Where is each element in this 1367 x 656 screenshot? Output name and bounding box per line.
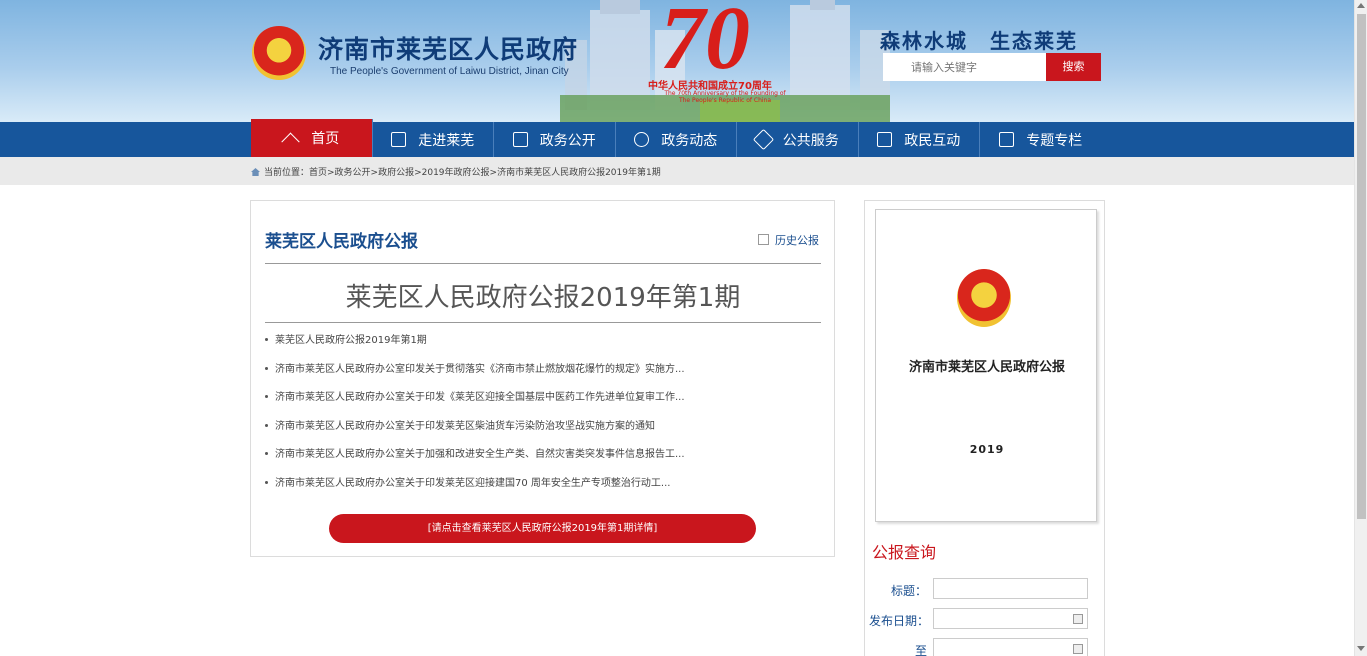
nav-item-government-affairs[interactable]: 政务公开 <box>494 122 616 157</box>
bulletin-cover[interactable]: ★ 济南市莱芜区人民政府公报 2019 <box>875 209 1097 522</box>
handshake-icon <box>752 128 774 151</box>
divider <box>265 322 821 323</box>
bulletin-list: 莱芜区人民政府公报2019年第1期 济南市莱芜区人民政府办公室印发关于贯彻落实《… <box>265 331 821 502</box>
nav-item-interaction[interactable]: 政民互动 <box>859 122 980 157</box>
bullet-icon <box>265 452 268 455</box>
nav-label: 政民互动 <box>904 132 961 149</box>
nav-label: 首页 <box>311 131 340 147</box>
bullet-icon <box>265 480 268 484</box>
title-label: 标题： <box>890 584 927 598</box>
list-item[interactable]: 济南市莱芜区人民政府办公室关于加强和改进安全生产类、自然灾害类突发事件信息报告工… <box>265 445 821 474</box>
site-subtitle: The People's Government of Laiwu Distric… <box>330 66 569 77</box>
breadcrumb-bar: 当前位置：首页>政务公开>政府公报>2019年政府公报>济南市莱芜区人民政府公报… <box>0 157 1354 185</box>
list-item-text: 济南市莱芜区人民政府办公室关于印发莱芜区柴油货车污染防治攻坚战实施方案的通知 <box>275 420 655 432</box>
list-item-text: 莱芜区人民政府公报2019年第1期 <box>275 335 427 346</box>
cover-year: 2019 <box>969 443 1005 456</box>
bullet-icon <box>265 395 268 398</box>
nav-item-news[interactable]: 政务动态 <box>616 122 737 157</box>
date-label: 发布日期： <box>869 614 930 628</box>
issue-title: 莱芜区人民政府公报2019年第1期 <box>345 283 741 313</box>
list-item[interactable]: 济南市莱芜区人民政府办公室关于印发莱芜区柴油货车污染防治攻坚战实施方案的通知 <box>265 417 821 446</box>
nav-item-home[interactable]: 首页 <box>251 119 373 157</box>
history-bulletin-link[interactable]: 历史公报 <box>758 232 819 248</box>
divider <box>265 263 821 264</box>
scroll-thumb[interactable] <box>1357 14 1366 519</box>
slogan: 森林水城 生态莱芜 <box>880 29 1078 53</box>
document-icon <box>512 132 528 147</box>
title-field[interactable] <box>933 578 1088 599</box>
list-item-text: 济南市莱芜区人民政府办公室关于印发《莱芜区迎接全国基层中医药工作先进单位复审工作… <box>275 392 685 403</box>
nav-label: 政务公开 <box>539 132 596 149</box>
nav-label: 专题专栏 <box>1026 132 1083 149</box>
home-icon <box>283 131 299 145</box>
scroll-up-icon[interactable] <box>1357 3 1365 8</box>
bullet-icon <box>265 366 268 370</box>
view-detail-button[interactable]: [请点击查看莱芜区人民政府公报2019年第1期详情] <box>329 514 756 543</box>
start-date-field[interactable] <box>933 608 1088 629</box>
list-item[interactable]: 济南市莱芜区人民政府办公室关于印发莱芜区迎接建国70 周年安全生产专项整治行动工… <box>265 474 821 503</box>
list-item-text: 济南市莱芜区人民政府办公室关于印发莱芜区迎接建国70 周年安全生产专项整治行动工… <box>275 477 671 489</box>
building-icon <box>391 132 407 147</box>
site-title: 济南市莱芜区人民政府 <box>318 35 579 64</box>
breadcrumb-text[interactable]: 当前位置：首页>政务公开>政府公报>2019年政府公报>济南市莱芜区人民政府公报… <box>264 168 661 178</box>
search-button[interactable]: 搜索 <box>1046 53 1101 81</box>
list-item-text: 济南市莱芜区人民政府办公室印发关于贯彻落实《济南市禁止燃放烟花爆竹的规定》实施方… <box>275 363 685 375</box>
nav-item-topics[interactable]: 专题专栏 <box>980 122 1102 157</box>
panel-heading: 莱芜区人民政府公报 <box>265 232 418 252</box>
list-item-text: 济南市莱芜区人民政府办公室关于加强和改进安全生产类、自然灾害类突发事件信息报告工… <box>275 449 685 460</box>
vertical-scrollbar[interactable] <box>1354 0 1367 656</box>
site-header: ★ 济南市莱芜区人民政府 The People's Government of … <box>0 0 1354 122</box>
nav-item-public-service[interactable]: 公共服务 <box>737 122 859 157</box>
location-home-icon <box>251 168 260 176</box>
list-item[interactable]: 济南市莱芜区人民政府办公室关于印发《莱芜区迎接全国基层中医药工作先进单位复审工作… <box>265 388 821 417</box>
list-item[interactable]: 莱芜区人民政府公报2019年第1期 <box>265 331 821 360</box>
breadcrumb: 当前位置：首页>政务公开>政府公报>2019年政府公报>济南市莱芜区人民政府公报… <box>251 165 661 178</box>
national-emblem-icon: ★ <box>957 269 1011 327</box>
calendar-icon[interactable] <box>1073 644 1083 654</box>
news-icon <box>634 132 650 147</box>
history-label: 历史公报 <box>775 234 819 247</box>
query-title: 公报查询 <box>872 543 937 562</box>
scroll-down-icon[interactable] <box>1357 646 1365 651</box>
anniversary-number: 70 <box>660 0 750 88</box>
main-nav: 首页 走进莱芜 政务公开 政务动态 公共服务 政民互动 专题专栏 <box>0 119 1354 157</box>
document-icon <box>758 234 769 245</box>
interaction-icon <box>877 132 893 147</box>
nav-label: 走进莱芜 <box>418 132 475 149</box>
anniversary-en: The 70th Anniversary of the Founding of … <box>664 90 786 104</box>
to-label: 至 <box>914 644 927 656</box>
list-item[interactable]: 济南市莱芜区人民政府办公室印发关于贯彻落实《济南市禁止燃放烟花爆竹的规定》实施方… <box>265 360 821 389</box>
end-date-field[interactable] <box>933 638 1088 656</box>
sidebar: ★ 济南市莱芜区人民政府公报 2019 公报查询 标题： 发布日期： 至 <box>864 200 1105 656</box>
search-input[interactable] <box>883 53 1046 81</box>
nav-label: 公共服务 <box>782 132 839 149</box>
nav-item-about[interactable]: 走进莱芜 <box>373 122 494 157</box>
calendar-icon[interactable] <box>1073 614 1083 624</box>
cover-title: 济南市莱芜区人民政府公报 <box>908 360 1065 375</box>
bulletin-panel: 莱芜区人民政府公报 历史公报 莱芜区人民政府公报2019年第1期 莱芜区人民政府… <box>250 200 835 557</box>
page: ★ 济南市莱芜区人民政府 The People's Government of … <box>0 0 1367 656</box>
bullet-icon <box>265 338 268 341</box>
nav-label: 政务动态 <box>661 132 718 149</box>
topic-icon <box>999 132 1015 147</box>
bullet-icon <box>265 423 268 427</box>
national-emblem-icon: ★ <box>252 26 306 80</box>
